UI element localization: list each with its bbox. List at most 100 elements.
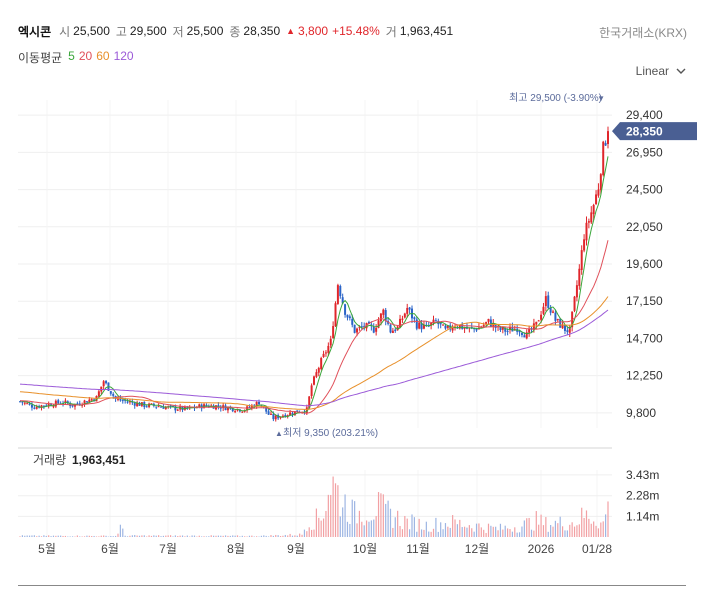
candle-body [607, 131, 609, 144]
volume-bar [308, 527, 310, 537]
volume-bar [432, 528, 435, 537]
volume-bar [334, 483, 337, 537]
volume-bar [169, 535, 172, 537]
volume-bar [26, 535, 28, 537]
volume-grid [18, 474, 612, 517]
candle-body [33, 407, 36, 409]
volume-bar [330, 494, 332, 537]
volume-bar [578, 524, 580, 537]
volume-bar [205, 536, 208, 537]
price-chart[interactable]: 29,400 26,950 24,500 22,050 19,600 17,150 14,7… [0, 0, 704, 560]
volume-bar [571, 522, 573, 537]
candle-body [351, 318, 354, 325]
candle-body [155, 406, 158, 408]
volume-bar [162, 535, 165, 537]
candle-body [23, 402, 26, 404]
volume-bar [605, 514, 607, 537]
volume-bar [368, 521, 370, 537]
candles [19, 126, 609, 422]
volume-bar [172, 536, 174, 537]
volume-bar [40, 536, 43, 537]
candle-body [112, 393, 115, 396]
volume-bar [256, 536, 258, 537]
volume-bar [428, 531, 430, 537]
volume-bar [69, 536, 71, 537]
volume-bar [468, 525, 470, 537]
low-marker-icon: ▲ [275, 429, 283, 438]
candle-body [590, 212, 593, 223]
volume-bar [244, 536, 246, 537]
volume-bar [174, 535, 176, 537]
volume-bar [294, 535, 296, 537]
candle-body [540, 314, 543, 320]
volume-bar [91, 535, 93, 537]
volume-tick-label: 3.43m [626, 468, 659, 482]
time-tick-label: 7월 [159, 542, 177, 556]
volume-bar [404, 515, 406, 537]
volume-bar [561, 526, 564, 537]
ma-120-line [19, 309, 609, 407]
candle-body [391, 330, 394, 334]
candle-body [573, 296, 576, 311]
volume-bar [401, 529, 404, 537]
candle-body [348, 316, 351, 319]
volume-bar [38, 535, 40, 537]
volume-bar [236, 535, 239, 537]
volume-bar [392, 527, 394, 537]
volume-bar [339, 516, 341, 537]
current-price-tag: 28,350 [612, 122, 697, 141]
volume-bar [126, 536, 129, 537]
volume-bar [124, 535, 126, 537]
volume-bar [528, 517, 530, 537]
volume-bar [76, 535, 78, 537]
volume-bar [234, 535, 236, 537]
time-tick-label: 12월 [465, 542, 489, 556]
volume-bar [143, 535, 145, 537]
volume-bar [62, 535, 64, 537]
volume-axis: 3.43m 2.28m 1.14m [626, 468, 659, 523]
candle-body [556, 319, 559, 321]
volume-bar [358, 510, 361, 537]
volume-bar [540, 514, 542, 537]
candle-body [489, 319, 492, 327]
volume-bar [416, 531, 418, 537]
volume-bar [105, 535, 107, 537]
candle-body [439, 323, 442, 325]
volume-bar [437, 531, 439, 537]
volume-bar [232, 535, 234, 537]
volume-bar [542, 525, 545, 537]
candle-body [559, 318, 562, 328]
volume-bar [117, 533, 119, 537]
volume-bar [370, 520, 372, 537]
volume-bar [490, 525, 492, 537]
volume-bar [449, 527, 451, 537]
volume-bar [354, 501, 356, 537]
volume-bar [289, 533, 291, 537]
volume-bar [208, 536, 210, 537]
volume-bar [222, 535, 224, 537]
volume-tick-label: 1.14m [626, 509, 659, 523]
candle-body [394, 329, 397, 332]
candle-body [408, 307, 411, 310]
volume-bar [581, 507, 583, 537]
volume-bar [31, 535, 33, 537]
volume-bar [239, 536, 241, 537]
volume-bar [95, 536, 98, 537]
volume-bar [279, 536, 282, 537]
candle-body [52, 406, 55, 408]
volume-bar [306, 531, 308, 537]
volume-bar [349, 523, 351, 537]
volume-bar [425, 521, 427, 537]
volume-bar [499, 523, 502, 537]
candle-body [267, 411, 270, 415]
volume-bar [406, 518, 408, 537]
volume-bar [19, 536, 21, 537]
candle-body [506, 330, 509, 332]
candle-body [520, 332, 523, 336]
candle-body [30, 404, 33, 408]
high-annotation: 최고 29,500 (-3.90%) [509, 92, 602, 104]
volume-bar [399, 525, 401, 537]
candle-body [241, 411, 244, 413]
candle-body [90, 399, 93, 401]
volume-bar [134, 534, 136, 537]
